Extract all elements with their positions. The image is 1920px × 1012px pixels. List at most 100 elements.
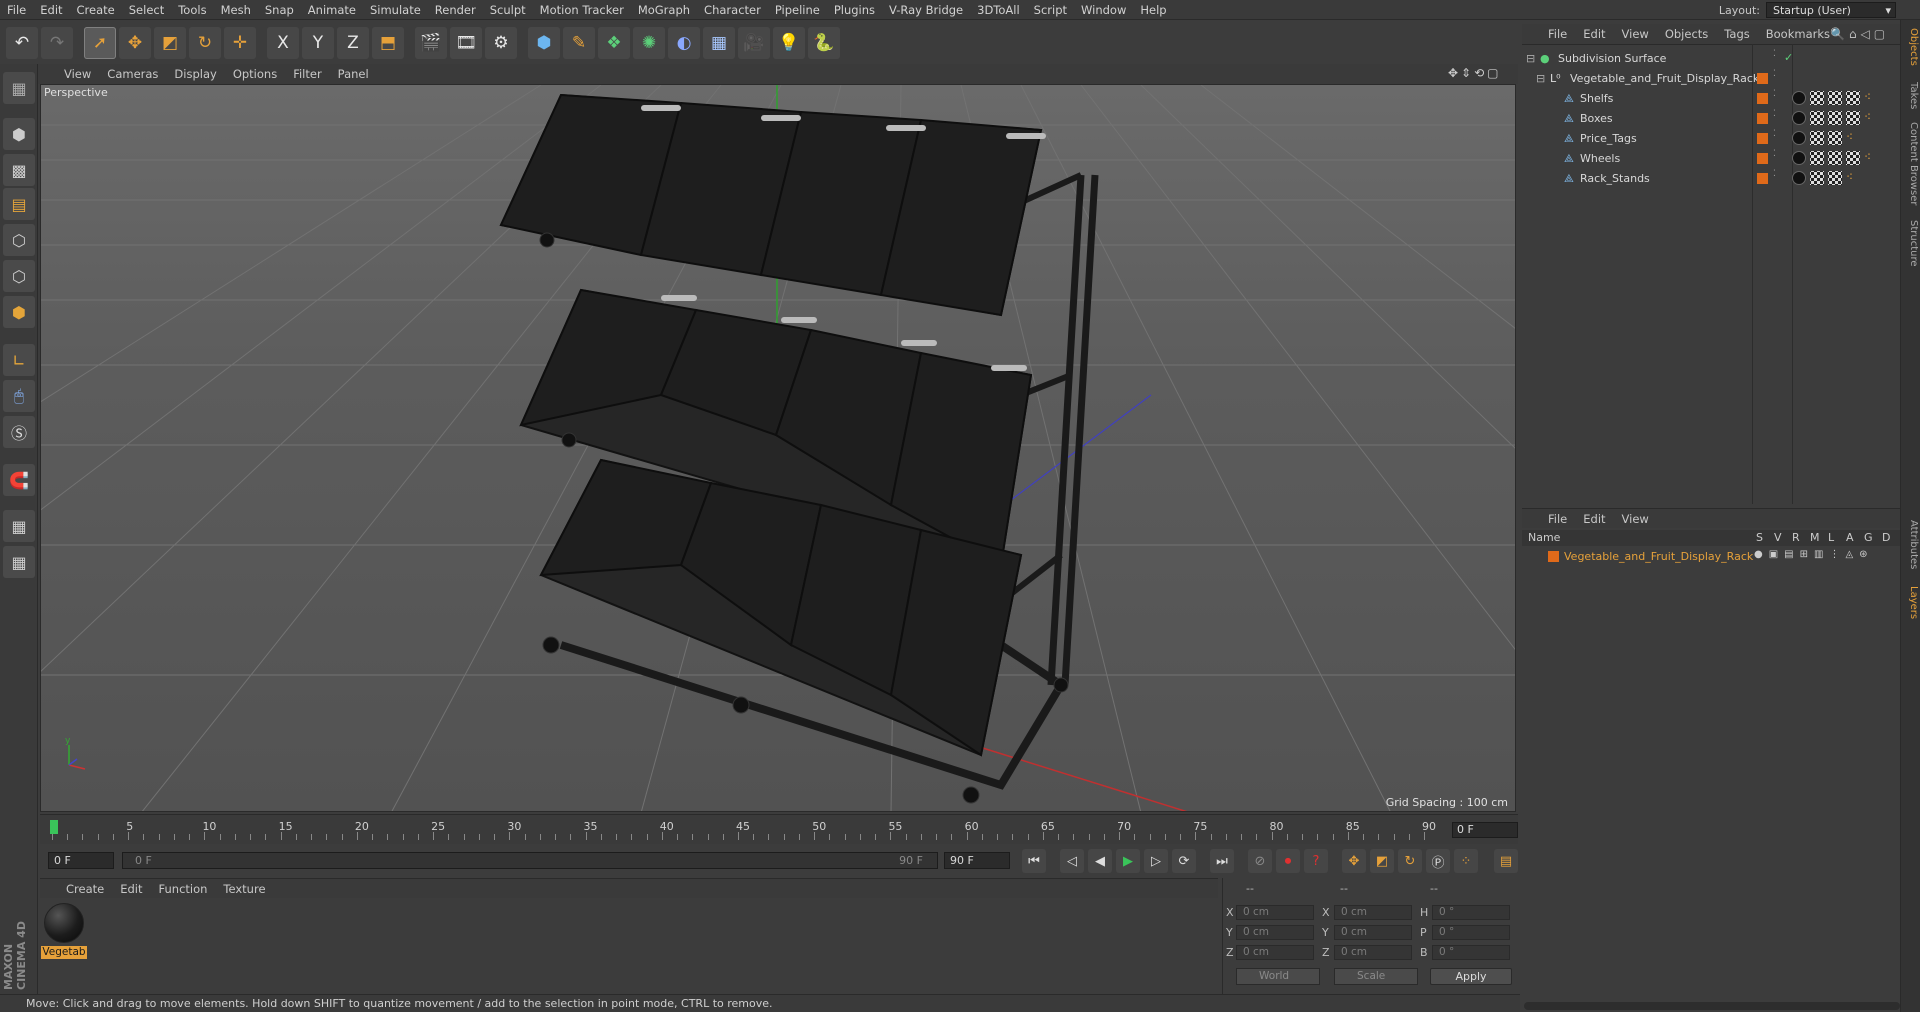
selection-tag-icon[interactable]: ⁖ xyxy=(1846,171,1860,185)
key-param-icon[interactable]: Ⓟ xyxy=(1426,849,1450,873)
visibility-dots[interactable]: ⁚ xyxy=(1773,170,1776,179)
floor-icon[interactable]: ▦ xyxy=(703,26,735,59)
cloner-icon[interactable]: ✺ xyxy=(633,26,665,59)
autokey-icon[interactable]: ? xyxy=(1304,849,1328,873)
object-row-shelfs[interactable]: ⟁ Shelfs ⁚ ⁖ xyxy=(1522,90,1900,108)
timeline-window-icon[interactable]: ▤ xyxy=(1494,849,1518,873)
object-row-wheels[interactable]: ⟁ Wheels ⁚ ⁖ xyxy=(1522,150,1900,168)
texture-tag-icon[interactable] xyxy=(1828,131,1842,145)
coord-pos-y[interactable]: 0 cm xyxy=(1236,925,1314,940)
visibility-dots[interactable]: ⁚ xyxy=(1773,50,1776,59)
visibility-dots[interactable]: ⁚ xyxy=(1773,150,1776,159)
menu-motion-tracker[interactable]: Motion Tracker xyxy=(533,3,631,17)
prev-key-icon[interactable]: ◁ xyxy=(1060,849,1084,873)
material-menu-create[interactable]: Create xyxy=(66,882,104,896)
render-view-icon[interactable]: 🎬 xyxy=(415,26,447,59)
object-manager-nav-icons[interactable]: 🔍⌂◁▢ xyxy=(1830,27,1889,41)
z-axis-icon[interactable]: Z xyxy=(337,26,369,59)
frame-range-slider[interactable]: 0 F 90 F xyxy=(122,852,938,869)
material-tag-icon[interactable] xyxy=(1792,171,1806,185)
undo-icon[interactable]: ↶ xyxy=(6,26,38,59)
selection-tag-icon[interactable]: ⁖ xyxy=(1864,151,1878,165)
layer-row[interactable]: Vegetable_and_Fruit_Display_Rack ●▣▤⊞▥⋮◬… xyxy=(1522,548,1900,565)
start-frame-field[interactable]: 0 F xyxy=(48,852,114,869)
object-row-rack-stands[interactable]: ⟁ Rack_Stands ⁚ ⁖ xyxy=(1522,170,1900,188)
record-active-icon[interactable]: ⏺ xyxy=(1276,849,1300,873)
y-axis-icon[interactable]: Y xyxy=(302,26,334,59)
menu-snap[interactable]: Snap xyxy=(258,3,301,17)
texture-mode-icon[interactable]: ▩ xyxy=(3,154,35,186)
menu-create[interactable]: Create xyxy=(70,3,122,17)
coord-pos-x[interactable]: 0 cm xyxy=(1236,905,1314,920)
menu-vray-bridge[interactable]: V-Ray Bridge xyxy=(882,3,970,17)
apply-button[interactable]: Apply xyxy=(1430,968,1512,985)
visibility-dots[interactable]: ⁚ xyxy=(1773,110,1776,119)
viewport-menu-options[interactable]: Options xyxy=(233,67,277,81)
material-tag-icon[interactable] xyxy=(1792,151,1806,165)
layer-color-swatch[interactable] xyxy=(1548,551,1559,562)
menu-render[interactable]: Render xyxy=(428,3,483,17)
key-rotation-icon[interactable]: ↻ xyxy=(1398,849,1422,873)
object-row-price-tags[interactable]: ⟁ Price_Tags ⁚ ⁖ xyxy=(1522,130,1900,148)
deformer-icon[interactable]: ◐ xyxy=(668,26,700,59)
texture-tag-icon[interactable] xyxy=(1846,151,1860,165)
coord-rot-p[interactable]: 0 ° xyxy=(1432,925,1510,940)
material-menu-texture[interactable]: Texture xyxy=(223,882,265,896)
model-mode-icon[interactable]: ⬢ xyxy=(3,118,35,150)
key-position-icon[interactable]: ✥ xyxy=(1342,849,1366,873)
scale-icon[interactable]: ◩ xyxy=(154,26,186,59)
current-frame-field[interactable]: 0 F xyxy=(1452,822,1518,838)
menu-help[interactable]: Help xyxy=(1133,3,1173,17)
key-scale-icon[interactable]: ◩ xyxy=(1370,849,1394,873)
enabled-check-icon[interactable]: ✓ xyxy=(1784,51,1793,64)
coord-size-x[interactable]: 0 cm xyxy=(1334,905,1412,920)
texture-tag-icon[interactable] xyxy=(1810,171,1824,185)
menu-sculpt[interactable]: Sculpt xyxy=(483,3,533,17)
object-menu-bookmarks[interactable]: Bookmarks xyxy=(1766,27,1830,41)
points-mode-icon[interactable]: ⬡ xyxy=(3,224,35,256)
workplane-icon[interactable]: ▤ xyxy=(3,188,35,220)
menu-pipeline[interactable]: Pipeline xyxy=(768,3,827,17)
selection-tag-icon[interactable]: ⁖ xyxy=(1846,131,1860,145)
layer-menu-file[interactable]: File xyxy=(1548,512,1567,526)
edges-mode-icon[interactable]: ⬡ xyxy=(3,260,35,292)
visibility-dots[interactable]: ⁚ xyxy=(1773,90,1776,99)
coord-pos-z[interactable]: 0 cm xyxy=(1236,945,1314,960)
playhead[interactable] xyxy=(50,820,58,834)
viewport-3d[interactable]: y xyxy=(40,84,1516,812)
layer-menu-edit[interactable]: Edit xyxy=(1583,512,1605,526)
material-menu-edit[interactable]: Edit xyxy=(120,882,142,896)
material-tag-icon[interactable] xyxy=(1792,91,1806,105)
material-name[interactable]: Vegetab xyxy=(41,946,87,959)
object-row-boxes[interactable]: ⟁ Boxes ⁚ ⁖ xyxy=(1522,110,1900,128)
collapse-icon[interactable]: ⊟ xyxy=(1536,72,1545,85)
menu-3dtoall[interactable]: 3DToAll xyxy=(970,3,1027,17)
menu-mesh[interactable]: Mesh xyxy=(214,3,258,17)
texture-tag-icon[interactable] xyxy=(1846,111,1860,125)
viewport-menu-view[interactable]: View xyxy=(64,67,91,81)
menu-character[interactable]: Character xyxy=(697,3,768,17)
lock-workplane-icon[interactable]: ▦ xyxy=(3,510,35,542)
tab-structure[interactable]: Structure xyxy=(1903,220,1919,267)
viewport-menu-panel[interactable]: Panel xyxy=(338,67,369,81)
visibility-dots[interactable]: ⁚ xyxy=(1773,70,1776,79)
texture-tag-icon[interactable] xyxy=(1828,151,1842,165)
texture-tag-icon[interactable] xyxy=(1828,91,1842,105)
menu-file[interactable]: File xyxy=(0,3,33,17)
object-menu-edit[interactable]: Edit xyxy=(1583,27,1605,41)
menu-window[interactable]: Window xyxy=(1074,3,1133,17)
object-row-subdivision-surface[interactable]: ⊟ ● Subdivision Surface ⁚ ✓ xyxy=(1522,50,1900,68)
rotate-icon[interactable]: ↻ xyxy=(189,26,221,59)
material-tag-icon[interactable] xyxy=(1792,131,1806,145)
subdivision-icon[interactable]: ❖ xyxy=(598,26,630,59)
tab-objects[interactable]: Objects xyxy=(1903,28,1919,66)
polygons-mode-icon[interactable]: ⬢ xyxy=(3,296,35,328)
next-frame-icon[interactable]: ▷ xyxy=(1144,849,1168,873)
texture-tag-icon[interactable] xyxy=(1810,91,1824,105)
menu-tools[interactable]: Tools xyxy=(171,3,213,17)
cube-icon[interactable]: ⬢ xyxy=(528,26,560,59)
coord-size-z[interactable]: 0 cm xyxy=(1334,945,1412,960)
timeline-ruler[interactable]: 051015202530354045505560657075808590 xyxy=(48,818,1448,842)
key-pla-icon[interactable]: ⁘ xyxy=(1454,849,1478,873)
texture-tag-icon[interactable] xyxy=(1846,91,1860,105)
